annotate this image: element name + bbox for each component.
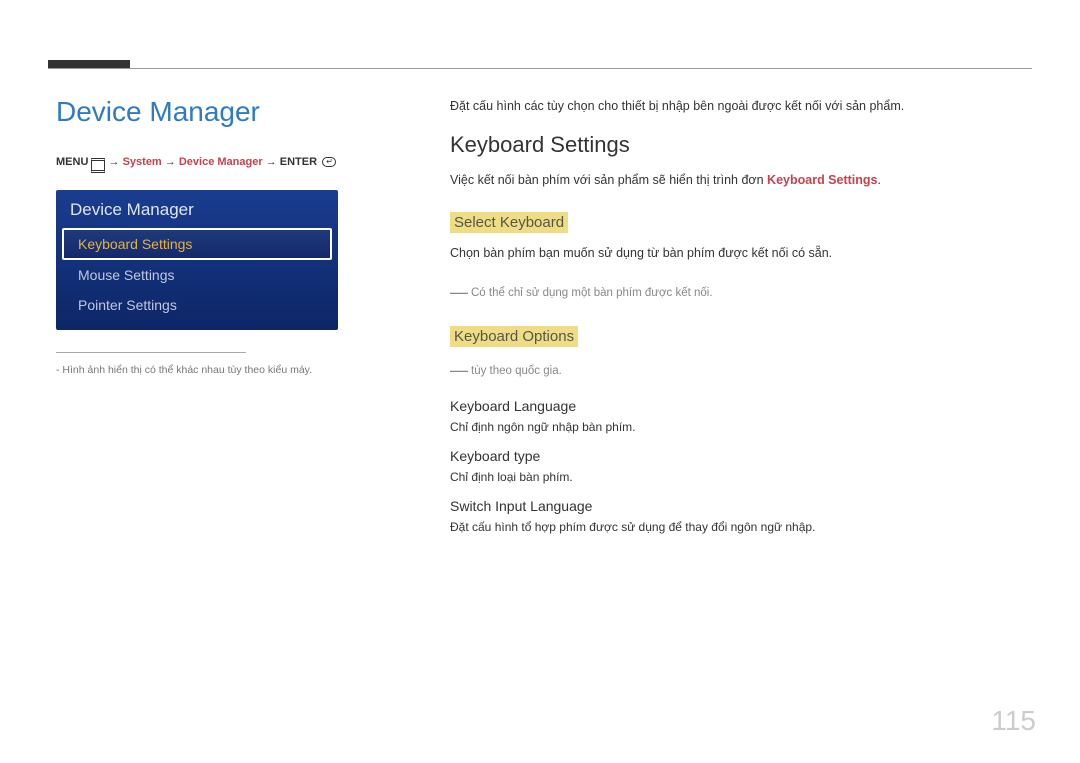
page-header-line — [48, 68, 1032, 69]
note-dash-2: ― — [450, 360, 468, 380]
page-number: 115 — [991, 705, 1036, 737]
left-note: - Hình ảnh hiển thị có thể khác nhau tùy… — [56, 363, 396, 379]
path-device-manager: Device Manager — [179, 156, 263, 168]
section-desc-term: Keyboard Settings — [767, 173, 877, 187]
right-column: Đặt cấu hình các tùy chọn cho thiết bị n… — [450, 96, 1030, 548]
keyboard-options-note-text: tùy theo quốc gia. — [471, 365, 562, 377]
section-desc-suffix: . — [877, 173, 880, 187]
menu-path: MENU → System → Device Manager → ENTER — [56, 156, 396, 168]
osd-item-keyboard-settings[interactable]: Keyboard Settings — [62, 228, 332, 260]
header-accent — [48, 60, 130, 68]
option-title-keyboard-language: Keyboard Language — [450, 398, 1030, 414]
left-divider — [56, 352, 246, 353]
subsection-keyboard-options: Keyboard Options ―tùy theo quốc gia. Key… — [450, 320, 1030, 534]
option-desc-keyboard-language: Chỉ định ngôn ngữ nhập bàn phím. — [450, 420, 1030, 434]
path-menu-label: MENU — [56, 156, 88, 168]
subsection-select-keyboard: Select Keyboard Chọn bàn phím bạn muốn s… — [450, 206, 1030, 306]
path-arrow-1: → — [109, 156, 120, 168]
path-system: System — [123, 156, 162, 168]
option-switch-input-language: Switch Input Language Đặt cấu hình tổ hợ… — [450, 498, 1030, 534]
path-arrow-2: → — [165, 156, 176, 168]
left-note-text: Hình ảnh hiển thị có thể khác nhau tùy t… — [62, 364, 312, 376]
option-title-keyboard-type: Keyboard type — [450, 448, 1030, 464]
osd-item-pointer-settings[interactable]: Pointer Settings — [56, 290, 338, 320]
path-arrow-3: → — [266, 156, 277, 168]
option-title-switch-input-language: Switch Input Language — [450, 498, 1030, 514]
osd-item-mouse-settings[interactable]: Mouse Settings — [56, 260, 338, 290]
intro-text: Đặt cấu hình các tùy chọn cho thiết bị n… — [450, 96, 1030, 116]
note-dash-1: ― — [450, 282, 468, 302]
option-keyboard-language: Keyboard Language Chỉ định ngôn ngữ nhập… — [450, 398, 1030, 434]
left-column: Device Manager MENU → System → Device Ma… — [56, 96, 396, 379]
select-keyboard-note: ―Có thể chỉ sử dụng một bàn phím được kế… — [450, 279, 1030, 306]
section-desc: Việc kết nối bàn phím với sản phẩm sẽ hi… — [450, 170, 1030, 190]
select-keyboard-note-text: Có thể chỉ sử dụng một bàn phím được kết… — [471, 287, 713, 299]
keyboard-options-note: ―tùy theo quốc gia. — [450, 357, 1030, 384]
option-desc-keyboard-type: Chỉ định loại bàn phím. — [450, 470, 1030, 484]
select-keyboard-desc: Chọn bàn phím bạn muốn sử dụng từ bàn ph… — [450, 243, 1030, 263]
section-desc-prefix: Việc kết nối bàn phím với sản phẩm sẽ hi… — [450, 173, 767, 187]
subsection-title-keyboard-options: Keyboard Options — [450, 326, 578, 347]
option-desc-switch-input-language: Đặt cấu hình tổ hợp phím được sử dụng để… — [450, 520, 1030, 534]
option-keyboard-type: Keyboard type Chỉ định loại bàn phím. — [450, 448, 1030, 484]
path-enter-label: ENTER — [280, 156, 317, 168]
osd-panel: Device Manager Keyboard Settings Mouse S… — [56, 190, 338, 330]
menu-icon — [91, 158, 103, 167]
section-title-keyboard-settings: Keyboard Settings — [450, 132, 1030, 158]
osd-panel-title: Device Manager — [56, 190, 338, 228]
subsection-title-select-keyboard: Select Keyboard — [450, 212, 568, 233]
page-title: Device Manager — [56, 96, 396, 128]
enter-icon — [322, 157, 336, 167]
